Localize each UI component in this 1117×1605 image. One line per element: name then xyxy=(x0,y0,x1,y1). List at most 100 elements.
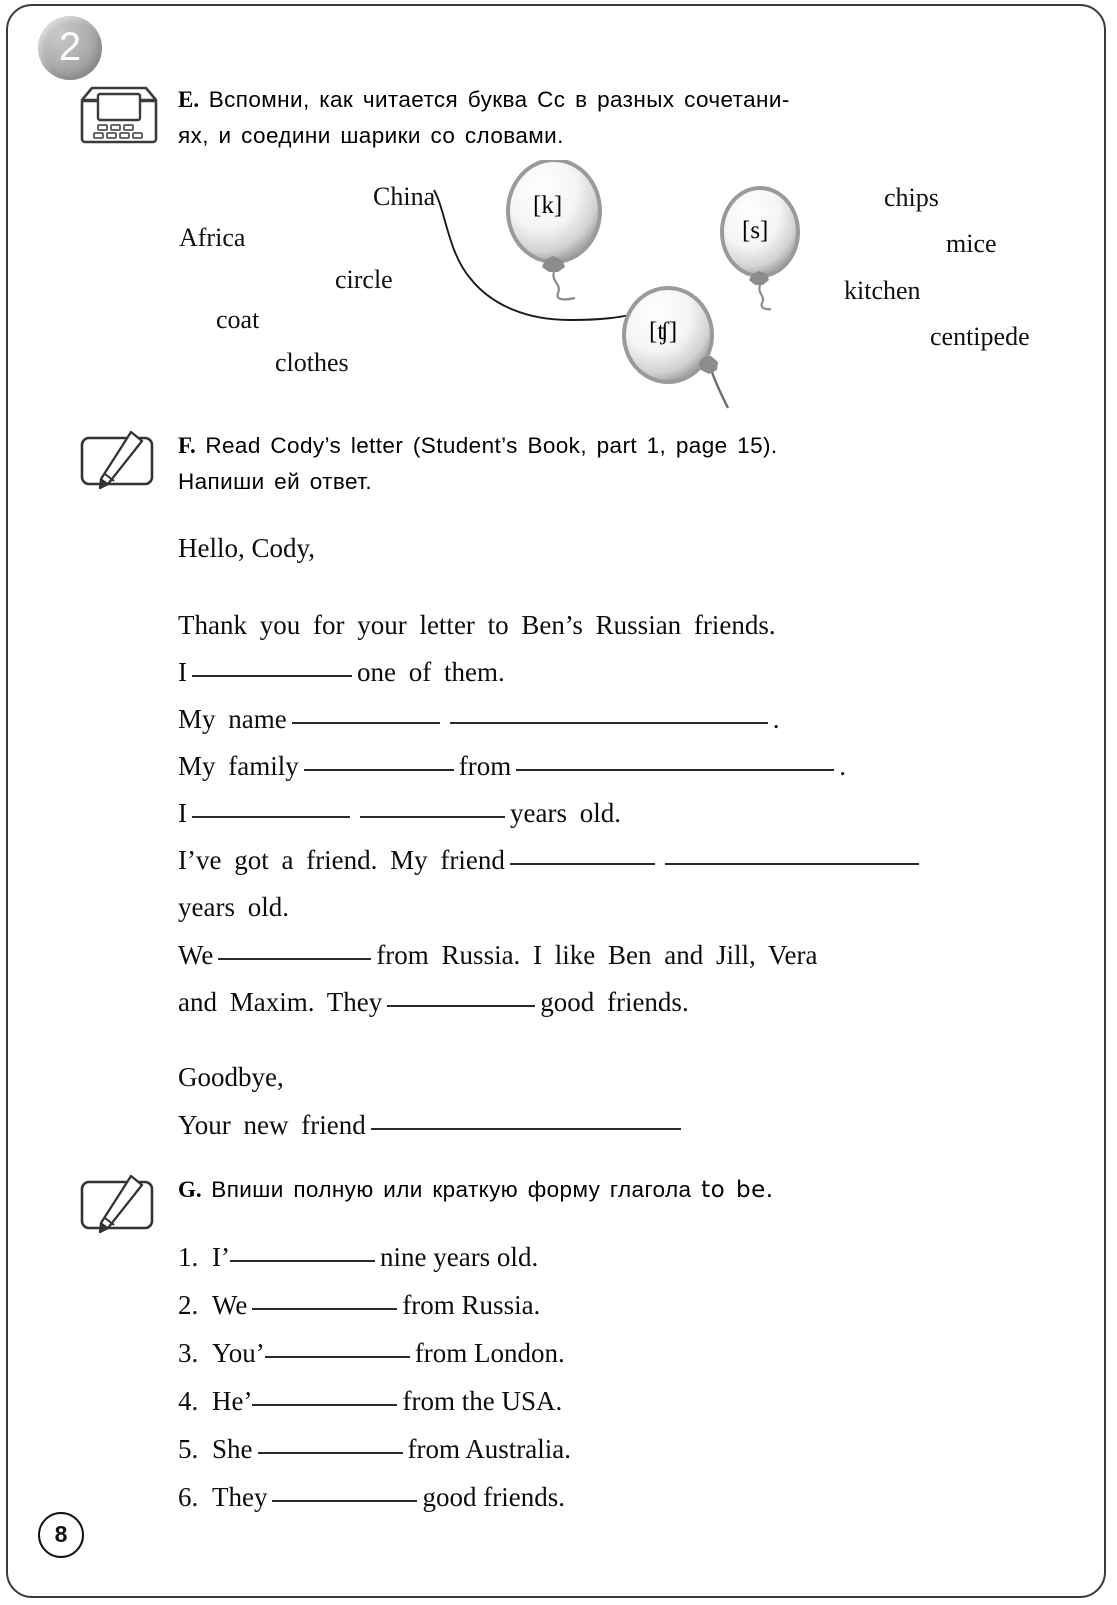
letter-text: good friends. xyxy=(540,987,689,1017)
letter-text: My family xyxy=(178,751,299,781)
letter-greeting: Hello, Cody, xyxy=(178,533,315,563)
item-number: 5. xyxy=(178,1434,199,1464)
word-africa[interactable]: Africa xyxy=(179,223,245,253)
item-text: She xyxy=(212,1434,253,1464)
item-number: 3. xyxy=(178,1338,199,1368)
g-item-5: 5. She from Australia. xyxy=(178,1434,571,1465)
item-text: I’ xyxy=(212,1242,230,1272)
item-text: You’ xyxy=(212,1338,265,1368)
page-number-value: 8 xyxy=(54,1521,68,1548)
item-text: from Australia. xyxy=(407,1434,571,1464)
pencil-icon xyxy=(78,1172,158,1243)
word-circle[interactable]: circle xyxy=(335,265,393,295)
page-number: 8 xyxy=(38,1512,84,1558)
word-chips[interactable]: chips xyxy=(884,183,939,213)
task-e-heading: E. Вспомни, как читается буква Cc в разн… xyxy=(178,82,1108,154)
word-mice[interactable]: mice xyxy=(946,229,997,259)
item-number: 4. xyxy=(178,1386,199,1416)
letter-text: My name xyxy=(178,704,287,734)
balloon-k-label: [k] xyxy=(533,192,563,219)
letter-line-thanks: Thank you for your letter to Ben’s Russi… xyxy=(178,610,776,640)
balloon-s-label: [s] xyxy=(742,217,769,244)
letter-text: one of them. xyxy=(357,657,505,687)
letter-text: I xyxy=(178,657,187,687)
item-text: from the USA. xyxy=(402,1386,563,1416)
g-item-1: 1. I’ nine years old. xyxy=(178,1242,538,1273)
item-text: We xyxy=(212,1290,248,1320)
item-text: They xyxy=(212,1482,268,1512)
fill-blank[interactable] xyxy=(252,1308,398,1310)
letter-text: . xyxy=(772,704,780,734)
task-f-text-line1: Read Cody’s letter (Student’s Book, part… xyxy=(205,433,778,458)
task-e-text-line1: Вспомни, как читается буква Cc в разных … xyxy=(208,87,790,112)
word-coat[interactable]: coat xyxy=(216,305,259,335)
letter-closing: Goodbye, xyxy=(178,1062,284,1092)
fill-blank[interactable] xyxy=(272,1500,418,1502)
pencil-icon xyxy=(78,428,158,499)
fill-blank[interactable] xyxy=(370,1128,681,1130)
letter-line-ive-got: I’ve got a friend. My friend xyxy=(178,845,924,876)
fill-blank[interactable] xyxy=(449,722,768,724)
letter-text: I xyxy=(178,798,187,828)
g-item-2: 2. We from Russia. xyxy=(178,1290,540,1321)
item-text: from Russia. xyxy=(402,1290,541,1320)
g-item-4: 4. He’ from the USA. xyxy=(178,1386,562,1417)
letter-line-my-name: My name. xyxy=(178,704,779,735)
letter-text: from Russia. I like Ben and Jill, Vera xyxy=(376,940,818,970)
cd-player-icon xyxy=(76,82,162,153)
balloon-ch-label: [ʧ] xyxy=(649,318,678,345)
fill-blank[interactable] xyxy=(516,769,835,771)
fill-blank[interactable] xyxy=(252,1404,398,1406)
task-f-text-line2: Напиши ей ответ. xyxy=(178,469,372,494)
letter-text: Your new friend xyxy=(178,1110,366,1140)
letter-line-and-maxim: and Maxim. They good friends. xyxy=(178,987,689,1018)
word-kitchen[interactable]: kitchen xyxy=(844,276,921,306)
g-item-6: 6. They good friends. xyxy=(178,1482,565,1513)
task-g-letter: G. xyxy=(178,1177,202,1202)
item-text: from London. xyxy=(414,1338,565,1368)
letter-line-i-years: Iyears old. xyxy=(178,798,621,829)
letter-line-my-family: My family from. xyxy=(178,751,846,782)
fill-blank[interactable] xyxy=(192,675,352,677)
letter-text: from xyxy=(458,751,512,781)
letter-signature: Your new friend xyxy=(178,1110,686,1141)
fill-blank[interactable] xyxy=(257,1452,403,1454)
fill-blank[interactable] xyxy=(664,863,919,865)
word-clothes[interactable]: clothes xyxy=(275,348,349,378)
workbook-page: 2 E. Вспомни, как читается буква Cc в ра… xyxy=(0,0,1117,1605)
item-number: 6. xyxy=(178,1482,199,1512)
letter-line-years-old: years old. xyxy=(178,892,289,922)
g-item-3: 3. You’ from London. xyxy=(178,1338,565,1369)
fill-blank[interactable] xyxy=(387,1005,536,1007)
task-g-verb: to be. xyxy=(701,1177,774,1203)
letter-line-i-one: Ione of them. xyxy=(178,657,505,688)
item-text: He’ xyxy=(212,1386,253,1416)
chapter-badge: 2 xyxy=(38,16,102,80)
letter-line-we-from: We from Russia. I like Ben and Jill, Vera xyxy=(178,940,818,971)
task-g-heading: G. Впиши полную или краткую форму глагол… xyxy=(178,1172,1108,1208)
fill-blank[interactable] xyxy=(291,722,440,724)
chapter-number: 2 xyxy=(58,25,82,70)
letter-text: and Maxim. They xyxy=(178,987,383,1017)
letter-text: I’ve got a friend. My friend xyxy=(178,845,505,875)
fill-blank[interactable] xyxy=(360,816,505,818)
fill-blank[interactable] xyxy=(218,958,372,960)
fill-blank[interactable] xyxy=(192,816,350,818)
task-e-letter: E. xyxy=(178,87,200,112)
task-f-letter: F. xyxy=(178,433,196,458)
fill-blank[interactable] xyxy=(303,769,454,771)
fill-blank[interactable] xyxy=(264,1356,410,1358)
fill-blank[interactable] xyxy=(229,1260,375,1262)
task-f-heading: F. Read Cody’s letter (Student’s Book, p… xyxy=(178,428,1108,500)
task-e-text-line2: ях, и соедини шарики со словами. xyxy=(178,123,564,148)
letter-text: years old. xyxy=(510,798,621,828)
item-text: good friends. xyxy=(422,1482,565,1512)
word-centipede[interactable]: centipede xyxy=(930,322,1030,352)
item-number: 2. xyxy=(178,1290,199,1320)
item-number: 1. xyxy=(178,1242,199,1272)
word-china[interactable]: China xyxy=(373,182,435,212)
item-text: nine years old. xyxy=(379,1242,539,1272)
fill-blank[interactable] xyxy=(509,863,655,865)
letter-text: We xyxy=(178,940,214,970)
task-g-text: Впиши полную или краткую форму глагола xyxy=(211,1177,702,1202)
